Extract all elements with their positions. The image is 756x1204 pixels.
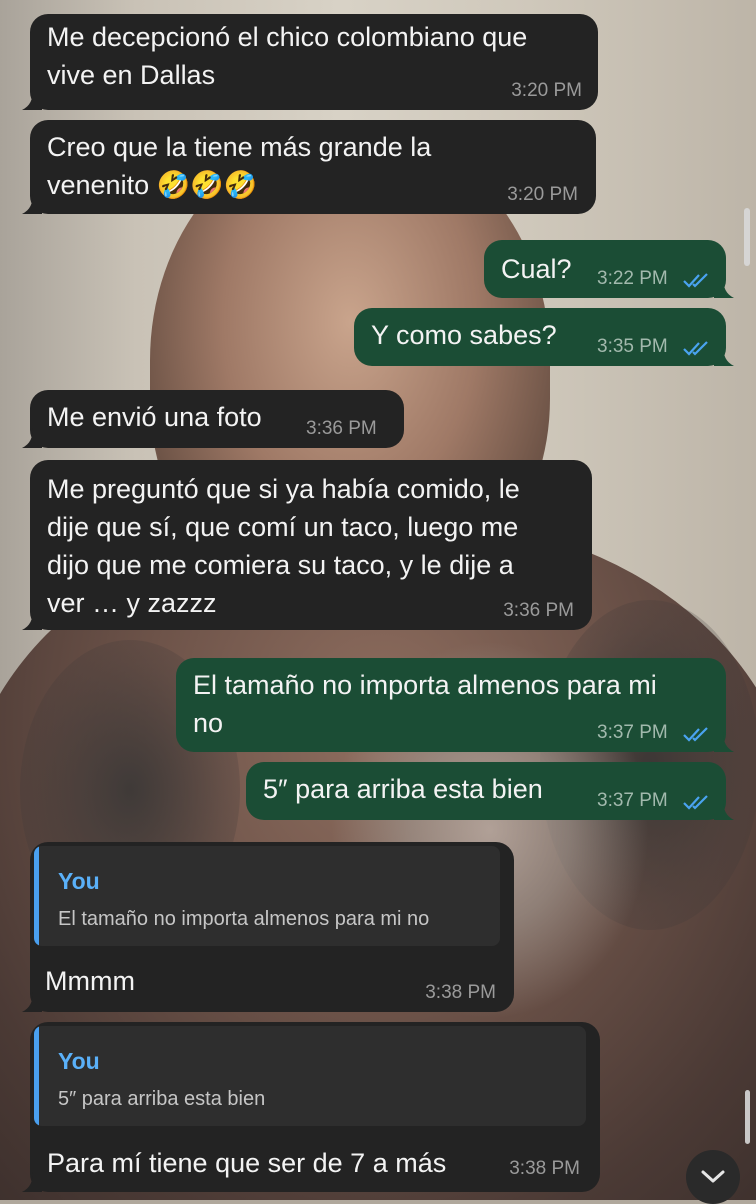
message-bubble-reply-incoming[interactable]: You 5″ para arriba esta bien Para mí tie… xyxy=(22,1022,600,1192)
quote-accent-bar xyxy=(34,1026,39,1126)
message-time: 3:36 PM xyxy=(306,418,377,439)
message-text: venenito 🤣🤣🤣 xyxy=(47,170,258,200)
chevron-down-icon xyxy=(701,1170,725,1183)
quote-text: El tamaño no importa almenos para mi no xyxy=(58,908,430,930)
double-check-icon xyxy=(683,727,708,742)
quote-text: 5″ para arriba esta bien xyxy=(58,1088,266,1110)
double-check-icon xyxy=(683,341,708,356)
quote-author: You xyxy=(58,868,100,894)
message-time: 3:37 PM xyxy=(597,790,668,811)
message-text: Me decepcionó el chico colombiano que xyxy=(47,22,528,52)
message-text: Y como sabes? xyxy=(371,320,557,350)
scrollbar-lower[interactable] xyxy=(745,1090,750,1144)
message-text: 5″ para arriba esta bien xyxy=(263,774,543,804)
message-time: 3:20 PM xyxy=(507,184,578,205)
message-text: Mmmm xyxy=(45,966,135,996)
quote-author: You xyxy=(58,1048,100,1074)
message-text: dije que sí, que comí un taco, luego me xyxy=(47,512,519,542)
quoted-message[interactable]: You El tamaño no importa almenos para mi… xyxy=(34,846,500,946)
message-text: Cual? xyxy=(501,254,572,284)
message-bubble-outgoing[interactable]: El tamaño no importa almenos para mi no … xyxy=(176,658,734,752)
message-time: 3:37 PM xyxy=(597,722,668,743)
scroll-to-bottom-button[interactable] xyxy=(686,1150,740,1204)
message-text: ver … y zazzz xyxy=(47,588,217,618)
message-text: Para mí tiene que ser de 7 a más xyxy=(47,1148,447,1178)
message-bubble-incoming[interactable]: Me envió una foto 3:36 PM xyxy=(22,390,404,448)
message-bubble-outgoing[interactable]: Y como sabes? 3:35 PM xyxy=(354,308,734,366)
message-bubble-outgoing[interactable]: Cual? 3:22 PM xyxy=(484,240,734,298)
message-text: no xyxy=(193,708,224,738)
message-text: El tamaño no importa almenos para mi xyxy=(193,670,657,700)
message-time: 3:38 PM xyxy=(509,1158,580,1179)
message-text: Me preguntó que si ya había comido, le xyxy=(47,474,520,504)
message-text: Creo que la tiene más grande la xyxy=(47,132,432,162)
message-text: dijo que me comiera su taco, y le dije a xyxy=(47,550,514,580)
message-time: 3:36 PM xyxy=(503,600,574,621)
message-text: Me envió una foto xyxy=(47,402,262,432)
quoted-message[interactable]: You 5″ para arriba esta bien xyxy=(34,1026,586,1126)
message-time: 3:20 PM xyxy=(511,80,582,101)
message-bubble-incoming[interactable]: Me decepcionó el chico colombiano que vi… xyxy=(22,14,598,110)
message-bubble-outgoing[interactable]: 5″ para arriba esta bien 3:37 PM xyxy=(246,762,734,820)
message-bubble-reply-incoming[interactable]: You El tamaño no importa almenos para mi… xyxy=(22,842,514,1012)
quote-accent-bar xyxy=(34,846,39,946)
message-text: vive en Dallas xyxy=(47,60,216,90)
message-bubble-incoming[interactable]: Me preguntó que si ya había comido, le d… xyxy=(22,460,592,630)
message-time: 3:22 PM xyxy=(597,268,668,289)
message-bubble-incoming[interactable]: Creo que la tiene más grande la venenito… xyxy=(22,120,596,214)
double-check-icon xyxy=(683,795,708,810)
double-check-icon xyxy=(683,273,708,288)
message-time: 3:35 PM xyxy=(597,336,668,357)
message-time: 3:38 PM xyxy=(425,982,496,1003)
scrollbar-upper[interactable] xyxy=(744,208,750,266)
